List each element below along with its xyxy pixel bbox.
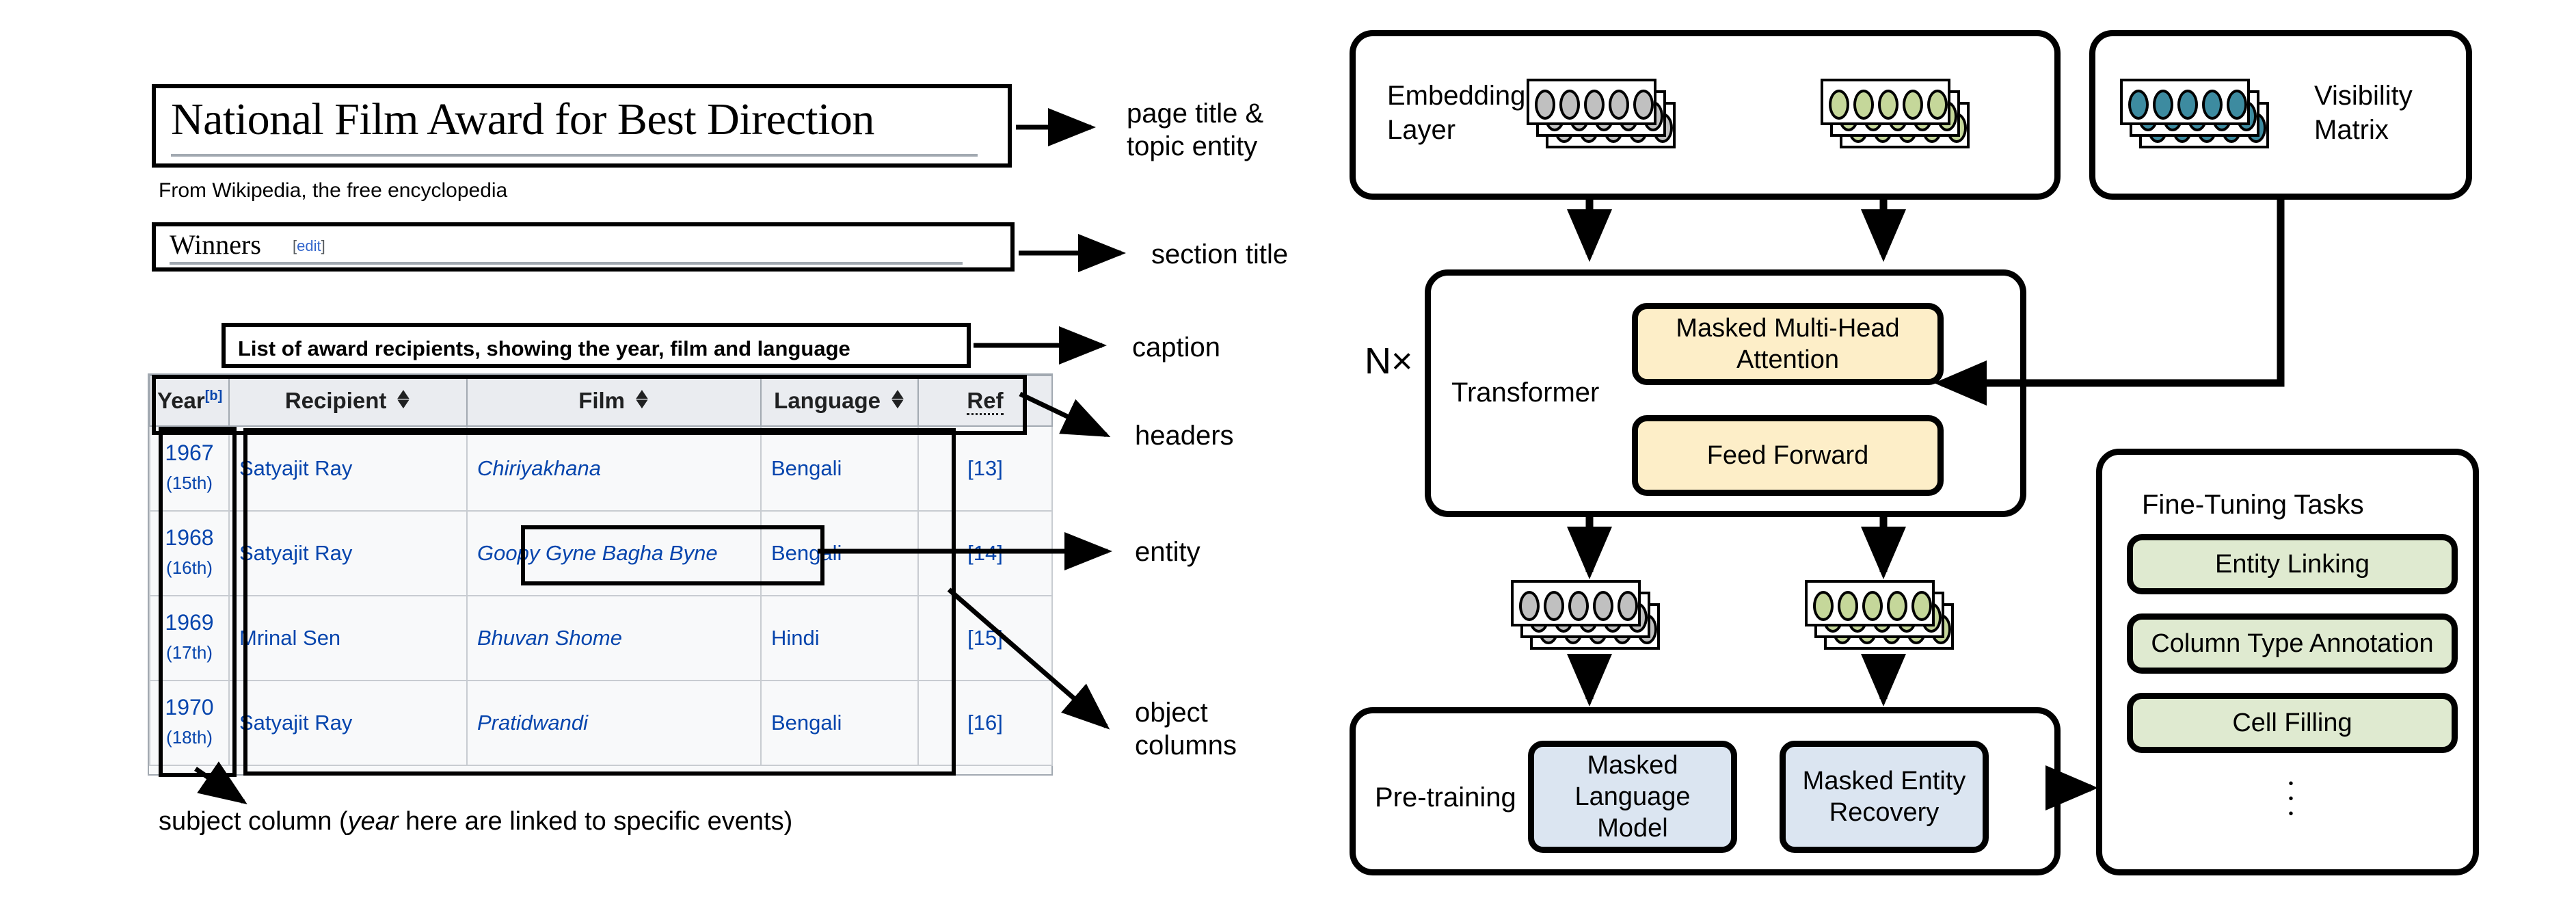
model-architecture-diagram: Embedding Layer Visibility Matrix Transf… — [1340, 0, 2576, 911]
annotation-caption: caption — [1132, 332, 1220, 362]
arrow-visibility-to-attention — [1934, 200, 2285, 406]
annotation-object-columns: object columns — [1135, 698, 1237, 761]
annotation-section-title: section title — [1151, 239, 1289, 269]
annotation-page-title: page title & topic entity — [1127, 98, 1264, 161]
diagram-flow-arrows — [1567, 200, 2285, 810]
annotation-headers: headers — [1135, 421, 1234, 451]
annotation-entity: entity — [1135, 537, 1200, 567]
wikipedia-example-panel: National Film Award for Best Direction F… — [0, 0, 1340, 911]
